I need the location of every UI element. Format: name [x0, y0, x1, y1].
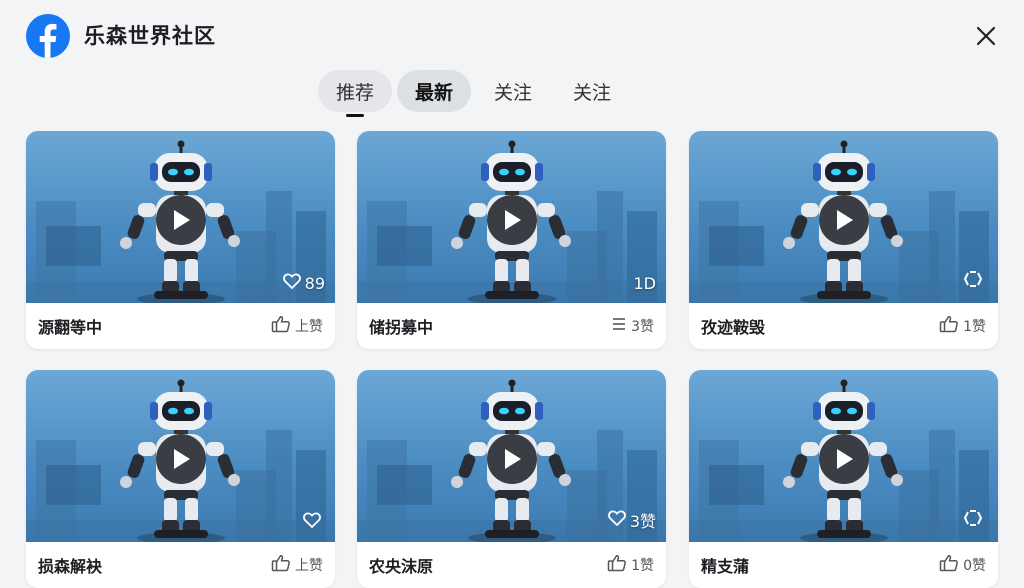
active-tab-indicator: [346, 114, 364, 117]
card-title: 损森解袂: [38, 557, 103, 576]
video-badge: [962, 508, 988, 532]
heart-icon[interactable]: [303, 512, 321, 532]
card-title: 农央沫原: [369, 557, 434, 576]
video-card[interactable]: 89 源翻等中 上赞: [26, 131, 335, 349]
video-thumbnail[interactable]: 3赞: [357, 370, 666, 542]
card-title: 精支蒲: [701, 557, 750, 576]
refresh-icon[interactable]: [962, 269, 984, 293]
video-card[interactable]: 孜迹鞍毁 1赞: [689, 131, 998, 349]
like-button[interactable]: 0赞: [939, 554, 986, 576]
card-footer: 源翻等中 上赞: [26, 303, 335, 349]
tab-label: 推荐: [336, 81, 375, 104]
video-card[interactable]: 1D 储拐募中 3赞: [357, 131, 666, 349]
video-thumbnail[interactable]: 89: [26, 131, 335, 303]
video-badge: [303, 512, 325, 532]
like-button[interactable]: 上赞: [271, 554, 323, 576]
video-badge: 1D: [634, 274, 657, 293]
like-button[interactable]: 上赞: [271, 315, 323, 337]
video-card[interactable]: 3赞农央沫原 1赞: [357, 370, 666, 588]
video-card[interactable]: 精支蒲 0赞: [689, 370, 998, 588]
card-title: 源翻等中: [38, 318, 103, 337]
tab-label: 关注: [494, 81, 533, 104]
like-button[interactable]: 3赞: [611, 316, 654, 336]
video-badge: 89: [282, 273, 325, 293]
thumbs-up-icon: [939, 554, 959, 576]
video-thumbnail[interactable]: [689, 131, 998, 303]
thumbs-up-icon: [271, 315, 291, 337]
like-count: 1赞: [963, 319, 986, 335]
video-badge: [962, 269, 988, 293]
card-footer: 精支蒲 0赞: [689, 542, 998, 588]
menu-lines-icon: [611, 317, 627, 335]
facebook-logo-icon[interactable]: [26, 14, 70, 58]
card-footer: 储拐募中 3赞: [357, 303, 666, 349]
play-icon[interactable]: [156, 195, 206, 245]
card-footer: 损森解袂 上赞: [26, 542, 335, 588]
card-title: 孜迹鞍毁: [701, 318, 766, 337]
video-thumbnail[interactable]: [689, 370, 998, 542]
thumbs-up-icon: [939, 315, 959, 337]
play-icon[interactable]: [156, 434, 206, 484]
video-card[interactable]: 损森解袂 上赞: [26, 370, 335, 588]
thumbs-up-icon: [271, 554, 291, 576]
play-icon[interactable]: [819, 434, 869, 484]
tab-bar: 推荐 最新 关注 关注: [318, 70, 634, 117]
like-count: 1赞: [631, 558, 654, 574]
close-icon[interactable]: [970, 20, 1002, 52]
header: 乐森世界社区: [0, 0, 1024, 72]
tab-label: 关注: [573, 81, 612, 104]
badge-text: 1D: [633, 274, 657, 293]
like-count: 上赞: [295, 558, 323, 574]
like-count: 上赞: [295, 319, 323, 335]
video-thumbnail[interactable]: 1D: [357, 131, 666, 303]
tab-following-2[interactable]: 关注: [555, 70, 629, 112]
like-button[interactable]: 1赞: [939, 315, 986, 337]
heart-icon[interactable]: [607, 510, 626, 530]
card-title: 储拐募中: [369, 318, 434, 337]
like-count: 3赞: [631, 319, 654, 335]
video-thumbnail[interactable]: [26, 370, 335, 542]
app-title: 乐森世界社区: [84, 24, 216, 48]
tab-label: 最新: [415, 81, 454, 104]
thumbs-up-icon: [607, 554, 627, 576]
play-icon[interactable]: [819, 195, 869, 245]
play-icon[interactable]: [487, 434, 537, 484]
card-footer: 孜迹鞍毁 1赞: [689, 303, 998, 349]
tab-recommended[interactable]: 推荐: [318, 70, 393, 117]
tab-latest[interactable]: 最新: [397, 70, 472, 112]
heart-icon[interactable]: [282, 273, 301, 293]
refresh-icon[interactable]: [962, 508, 984, 532]
like-count: 0赞: [963, 558, 986, 574]
video-badge: 3赞: [607, 508, 656, 532]
badge-text: 3赞: [629, 512, 656, 531]
card-footer: 农央沫原 1赞: [357, 542, 666, 588]
badge-text: 89: [304, 273, 325, 293]
play-icon[interactable]: [487, 195, 537, 245]
tab-following[interactable]: 关注: [476, 70, 550, 112]
like-button[interactable]: 1赞: [607, 554, 654, 576]
